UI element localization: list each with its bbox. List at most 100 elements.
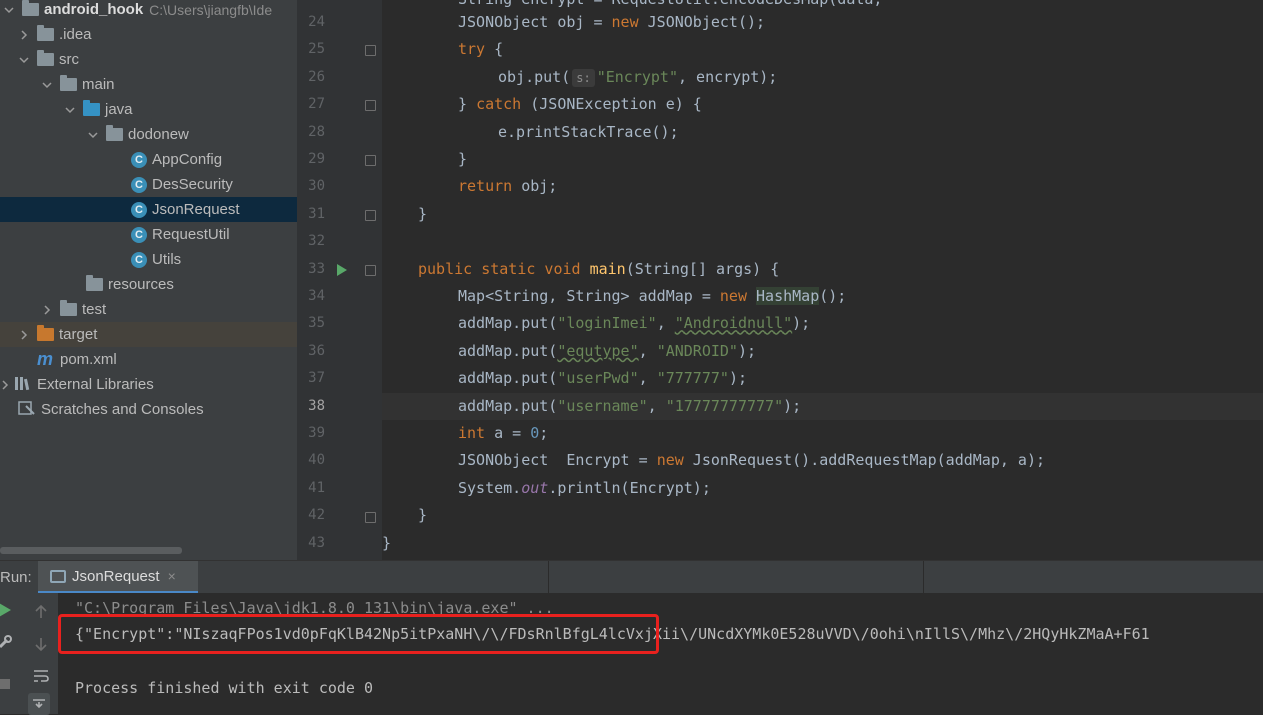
code-keyword: int (458, 424, 486, 442)
code-keyword: public static void (418, 259, 581, 278)
project-tool-window: android_hook C:\Users\jiangfb\Ide .idea … (0, 0, 297, 560)
fold-marker-icon[interactable] (365, 100, 376, 111)
code-keyword: catch (476, 95, 522, 114)
code-text: (); (819, 287, 847, 305)
horizontal-scrollbar[interactable] (0, 547, 182, 554)
project-name: android_hook (44, 1, 144, 18)
scratches-icon (18, 400, 36, 420)
line-number: 41 (308, 479, 325, 496)
stop-icon[interactable] (0, 673, 16, 695)
chevron-right-icon[interactable] (17, 328, 31, 342)
chevron-down-icon[interactable] (86, 128, 100, 142)
tree-item-label: target (59, 326, 98, 343)
code-text: Map<String, String> addMap = (458, 287, 720, 305)
tree-item-utils[interactable]: C Utils (0, 247, 297, 272)
line-number: 37 (308, 370, 325, 387)
chevron-down-icon[interactable] (2, 3, 16, 17)
line-number: 24 (308, 14, 325, 30)
code-line: return obj; (382, 173, 1263, 200)
tree-item-main[interactable]: main (0, 72, 297, 97)
tree-item-scratches[interactable]: Scratches and Consoles (0, 397, 297, 422)
code-keyword: new (611, 13, 639, 31)
code-text: ); (728, 369, 747, 388)
tree-item-src[interactable]: src (0, 47, 297, 72)
code-line: } catch (JSONException e) { (382, 91, 1263, 118)
code-editor[interactable]: String encrypt = RequestUtil.encodeDesMa… (382, 0, 1263, 560)
tree-item-label: DesSecurity (152, 176, 233, 193)
code-text: { (485, 40, 504, 59)
code-text: } (458, 95, 477, 114)
tree-item-label: dodonew (128, 126, 189, 143)
project-path: C:\Users\jiangfb\Ide (149, 1, 273, 18)
tree-item-label: Utils (152, 251, 182, 268)
code-text: } (418, 506, 428, 525)
line-number: 39 (308, 425, 325, 441)
code-text: addMap.put( (458, 314, 558, 333)
code-text: } (418, 204, 428, 223)
highlight-annotation-box (58, 614, 659, 654)
chevron-down-icon[interactable] (40, 78, 54, 92)
chevron-right-icon[interactable] (0, 378, 10, 392)
code-line: int a = 0; (382, 420, 1263, 447)
run-toolbar (0, 593, 58, 715)
chevron-right-icon[interactable] (40, 303, 54, 317)
tree-item-target[interactable]: target (0, 322, 297, 347)
console-output[interactable]: "C:\Program Files\Java\jdk1.8.0_131\bin\… (58, 593, 1263, 714)
code-text: JSONObject(); (638, 13, 766, 31)
fold-marker-icon[interactable] (365, 210, 376, 221)
code-text: , encrypt); (677, 67, 778, 86)
code-line: addMap.put("userPwd", "777777"); (382, 365, 1263, 392)
code-text: obj; (512, 177, 558, 196)
code-text: (JSONException e) { (521, 95, 702, 114)
code-text: String encrypt = RequestUtil.encodeDesMa… (458, 0, 891, 8)
tree-item-label: resources (108, 276, 174, 293)
tree-item-dessecurity[interactable]: C DesSecurity (0, 172, 297, 197)
tree-item-dodonew[interactable]: dodonew (0, 122, 297, 147)
code-string: "Androidnull" (674, 314, 793, 333)
line-number: 42 (308, 507, 325, 524)
tree-item-idea[interactable]: .idea (0, 22, 297, 47)
chevron-right-icon[interactable] (17, 28, 31, 42)
run-tab-jsonrequest[interactable]: JsonRequest × (38, 561, 198, 594)
chevron-down-icon[interactable] (63, 103, 77, 117)
fold-marker-icon[interactable] (365, 155, 376, 166)
line-number: 29 (308, 151, 325, 167)
code-line: Map<String, String> addMap = new HashMap… (382, 283, 1263, 310)
code-line: obj.put(s: "Encrypt", encrypt); (382, 64, 1263, 91)
line-number: 28 (308, 123, 325, 140)
tree-item-appconfig[interactable]: C AppConfig (0, 147, 297, 172)
wrench-icon[interactable] (0, 631, 16, 653)
line-number: 27 (308, 96, 325, 113)
fold-marker-icon[interactable] (365, 45, 376, 56)
run-tab-label: JsonRequest (72, 567, 160, 585)
tree-item-test[interactable]: test (0, 297, 297, 322)
rerun-icon[interactable] (0, 599, 16, 621)
tree-item-pom[interactable]: m pom.xml (0, 347, 297, 372)
fold-marker-icon[interactable] (365, 512, 376, 523)
module-folder-icon (22, 0, 39, 16)
tree-item-requestutil[interactable]: C RequestUtil (0, 222, 297, 247)
run-main-icon[interactable] (336, 263, 348, 282)
close-icon[interactable]: × (168, 568, 176, 584)
code-line: } (382, 201, 1263, 228)
chevron-down-icon[interactable] (17, 53, 31, 67)
line-number: 33 (308, 260, 325, 277)
tree-item-java[interactable]: java (0, 97, 297, 122)
line-number: 32 (308, 233, 325, 250)
line-number: 30 (308, 178, 325, 195)
class-icon: C (131, 151, 147, 168)
line-number: 26 (308, 68, 325, 85)
fold-marker-icon[interactable] (365, 265, 376, 276)
tree-item-label: JsonRequest (152, 201, 240, 218)
arrow-down-icon[interactable] (30, 633, 52, 655)
tree-item-label: AppConfig (152, 151, 223, 168)
soft-wrap-icon[interactable] (30, 665, 52, 687)
tree-item-label: External Libraries (37, 376, 154, 393)
tree-item-project-root[interactable]: android_hook C:\Users\jiangfb\Ide (0, 0, 297, 22)
tree-item-resources[interactable]: resources (0, 272, 297, 297)
tree-item-external-libraries[interactable]: External Libraries (0, 372, 297, 397)
scroll-to-end-icon[interactable] (28, 693, 50, 715)
tree-item-jsonrequest[interactable]: C JsonRequest (0, 197, 297, 222)
arrow-up-icon[interactable] (30, 601, 52, 623)
code-string: "777777" (656, 369, 729, 388)
